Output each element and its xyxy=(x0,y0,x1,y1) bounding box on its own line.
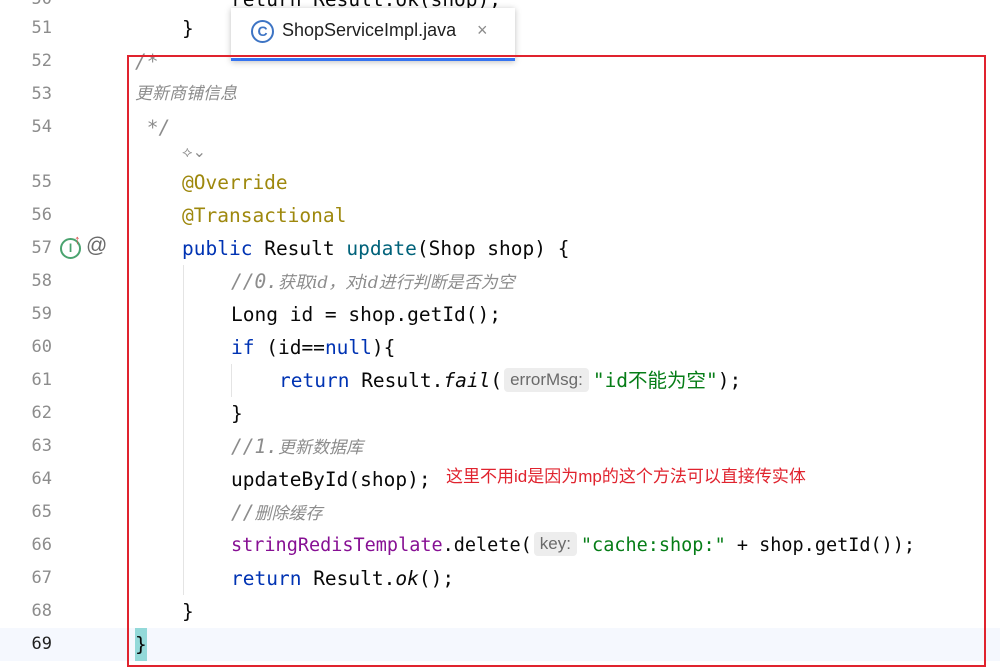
close-icon[interactable]: × xyxy=(477,8,488,52)
overrides-arrow-icon[interactable]: ↑ xyxy=(74,232,81,247)
line-number: 69 xyxy=(31,634,52,654)
tooltip-filename[interactable]: ShopServiceImpl.java xyxy=(282,8,456,52)
line-number: 65 xyxy=(31,502,52,522)
line-number: 55 xyxy=(31,172,52,192)
line-number: 57 xyxy=(31,238,52,258)
annotation-note: 这里不用id是因为mp的这个方法可以直接传实体 xyxy=(446,467,806,486)
line-number: 52 xyxy=(31,51,52,71)
annotation-marker-icon[interactable]: @ xyxy=(86,234,107,258)
line-number: 64 xyxy=(31,469,52,489)
class-icon: C xyxy=(251,20,274,43)
line-number: 53 xyxy=(31,84,52,104)
line-number: 58 xyxy=(31,271,52,291)
line-number: 59 xyxy=(31,304,52,324)
highlight-box xyxy=(127,55,986,667)
line-number: 54 xyxy=(31,117,52,137)
line-number: 66 xyxy=(31,535,52,555)
line-number: 67 xyxy=(31,568,52,588)
code-text[interactable]: } xyxy=(182,12,194,45)
line-number: 51 xyxy=(31,18,52,38)
line-number: 61 xyxy=(31,370,52,390)
line-number: 56 xyxy=(31,205,52,225)
line-number: 62 xyxy=(31,403,52,423)
line-number: 68 xyxy=(31,601,52,621)
line-number: 63 xyxy=(31,436,52,456)
file-tooltip[interactable]: C ShopServiceImpl.java × xyxy=(231,8,515,61)
line-number: 60 xyxy=(31,337,52,357)
